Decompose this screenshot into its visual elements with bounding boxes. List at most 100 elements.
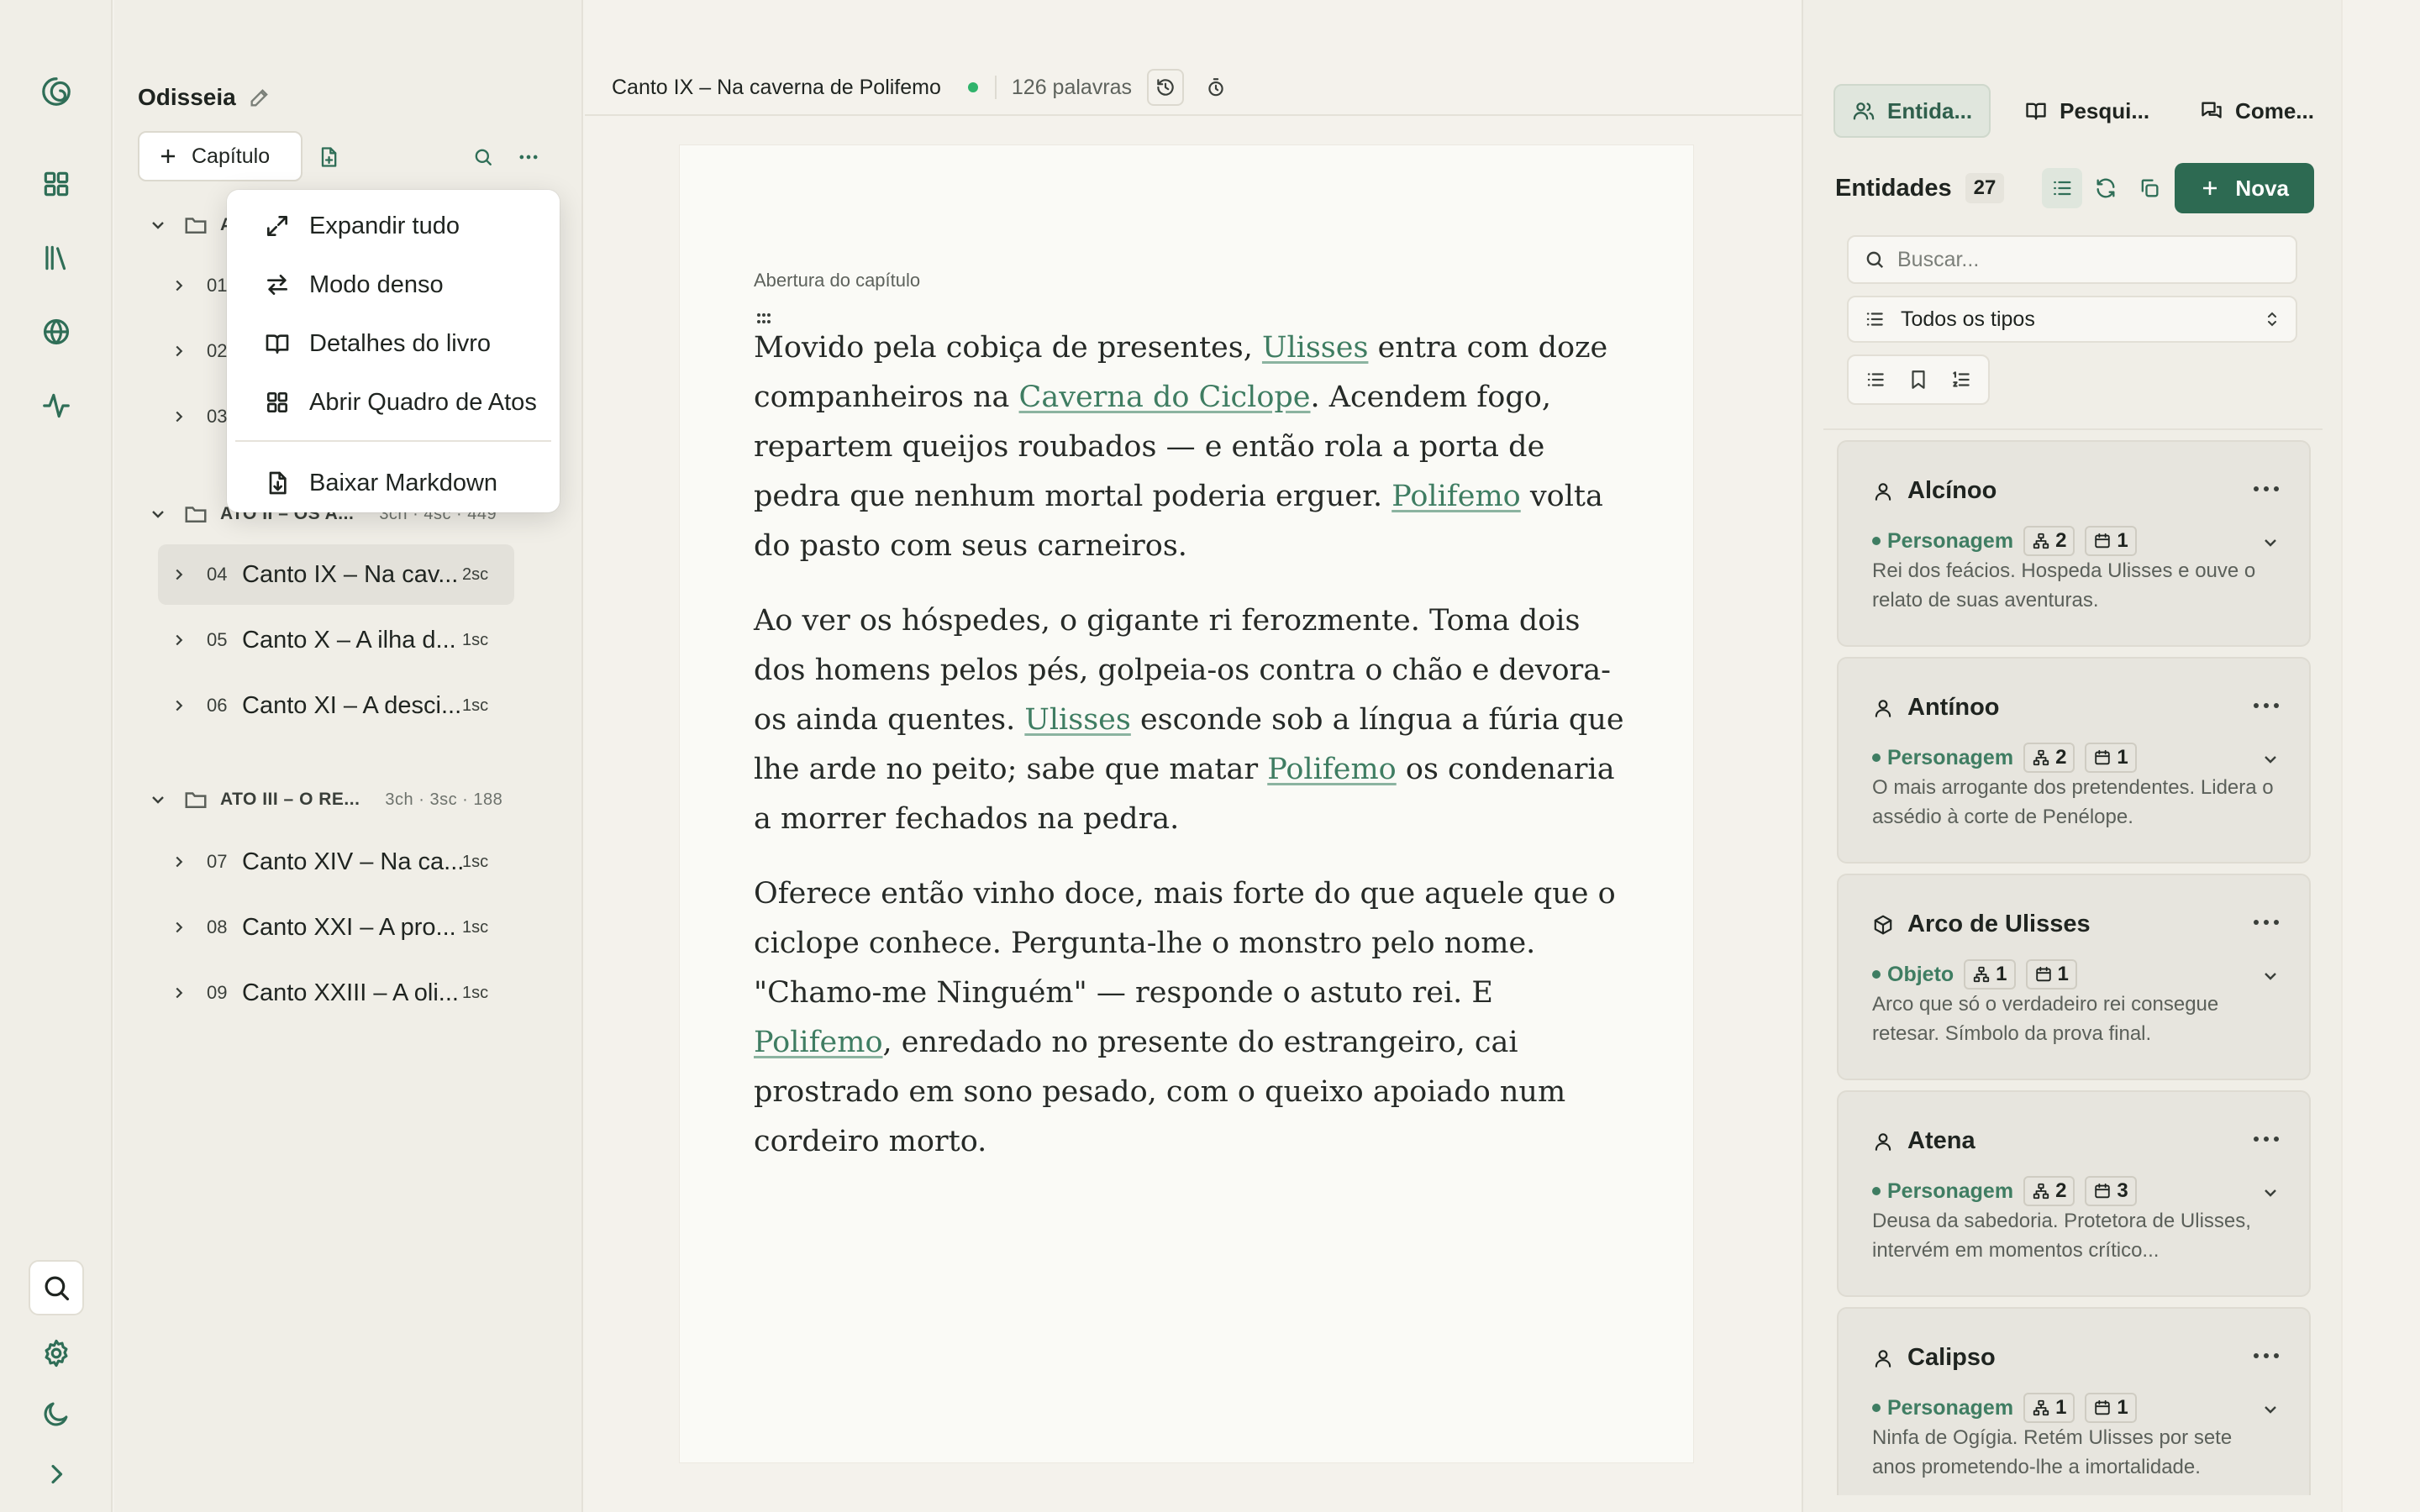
entity-type: Personagem	[1887, 1179, 2014, 1203]
chapter-row[interactable]: 09 Canto XXIII – A oli... 1sc	[158, 963, 514, 1023]
entity-type: Personagem	[1887, 1395, 2014, 1420]
book-title-text: Odisseia	[138, 84, 236, 110]
person-icon	[1875, 699, 1891, 717]
entity-card[interactable]: Calipso Personagem 1 1 Ninfa de Ogígia. …	[1837, 1307, 2311, 1495]
chevron-down-icon[interactable]	[2260, 1183, 2281, 1203]
list-view-button[interactable]	[2042, 168, 2083, 208]
chapter-row[interactable]: 06 Canto XI – A desci... 1sc	[158, 675, 514, 736]
more-options-icon[interactable]	[2252, 479, 2282, 499]
more-options-icon[interactable]	[2252, 696, 2282, 716]
calendar-icon	[2095, 1183, 2111, 1199]
more-options-icon[interactable]	[2252, 912, 2282, 932]
scenes-count-value: 1	[2117, 746, 2128, 769]
chapter-number: 06	[207, 695, 228, 716]
more-options-icon[interactable]	[514, 143, 543, 171]
timer-button[interactable]	[1197, 69, 1234, 106]
entity-list: Alcínoo Personagem 2 1 Rei dos feácios. …	[1837, 440, 2311, 1495]
chevron-right-icon	[176, 987, 183, 999]
more-options-icon[interactable]	[2252, 1346, 2282, 1366]
search-icon[interactable]	[469, 143, 497, 171]
entity-search-input[interactable]	[1897, 247, 2284, 272]
entity-type-badge: Objeto	[1872, 963, 1954, 987]
pencil-icon[interactable]	[248, 86, 271, 109]
entity-name-text: Atena	[1907, 1127, 1975, 1154]
scenes-count: 1	[2085, 743, 2137, 773]
chapter-number: 09	[207, 982, 228, 1003]
scene-paragraph[interactable]: Ao ver os hóspedes, o gigante ri ferozme…	[754, 596, 1628, 844]
more-options-icon[interactable]	[2252, 1129, 2282, 1149]
chevron-down-icon[interactable]	[2260, 533, 2281, 553]
entity-link[interactable]: Polifemo	[1392, 480, 1521, 513]
entity-card[interactable]: Arco de Ulisses Objeto 1 1 Arco que só o…	[1837, 874, 2311, 1080]
chapter-row[interactable]: 08 Canto XXI – A pro... 1sc	[158, 897, 514, 958]
search-icon[interactable]	[29, 1260, 84, 1315]
library-icon[interactable]	[29, 230, 84, 286]
menu-item-expand-all[interactable]: Expandir tudo	[235, 197, 551, 255]
divider	[1823, 428, 2323, 430]
globe-icon[interactable]	[29, 304, 84, 360]
relations-count-value: 1	[1996, 963, 2007, 985]
copy-icon	[2142, 179, 2159, 197]
entity-name-text: Calipso	[1907, 1344, 1996, 1371]
scene-count: 1sc	[462, 630, 489, 649]
act-row[interactable]: ATO III – O RE... 3ch · 3sc · 188	[148, 783, 502, 816]
entity-name: Alcínoo	[1872, 477, 1996, 505]
relations-count: 2	[2023, 743, 2075, 773]
chevron-right-icon[interactable]	[29, 1446, 84, 1502]
new-file-icon[interactable]	[314, 143, 343, 171]
list-icon	[1866, 312, 1883, 326]
bookmark-icon[interactable]	[1907, 369, 1929, 391]
list-icon[interactable]	[1865, 369, 1886, 391]
history-button[interactable]	[1147, 69, 1185, 106]
manuscript-page[interactable]: Abertura do capítulo Movido pela cobiça …	[679, 144, 1694, 1463]
chapter-row[interactable]: 05 Canto X – A ilha d... 1sc	[158, 610, 514, 670]
app-rail	[0, 0, 113, 1512]
scene-paragraph[interactable]: Movido pela cobiça de presentes, Ulisses…	[754, 323, 1628, 571]
act-row[interactable]: A	[148, 208, 234, 242]
tab-comments[interactable]: Come...	[2183, 84, 2331, 138]
scene-count: 1sc	[462, 983, 489, 1002]
entity-search[interactable]	[1847, 235, 2297, 284]
view-mode-toggle	[1847, 354, 1990, 405]
editor-toolbar: Canto IX – Na caverna de Polifemo 126 pa…	[585, 60, 1802, 116]
tab-entities[interactable]: Entida...	[1833, 84, 1991, 138]
menu-item-book-details[interactable]: Detalhes do livro	[235, 314, 551, 373]
activity-icon[interactable]	[29, 378, 84, 433]
settings-icon[interactable]	[29, 1326, 84, 1381]
chapter-row[interactable]: 07 Canto XIV – Na ca... 1sc	[158, 832, 514, 892]
entity-link[interactable]: Polifemo	[754, 1026, 883, 1059]
entity-link[interactable]: Ulisses	[1262, 331, 1368, 365]
scene-text[interactable]: Movido pela cobiça de presentes, Ulisses…	[754, 323, 1628, 1192]
chevron-down-icon[interactable]	[2260, 749, 2281, 769]
entity-link[interactable]: Polifemo	[1267, 753, 1397, 786]
scenes-count: 3	[2085, 1176, 2137, 1206]
tab-label: Come...	[2235, 97, 2314, 123]
menu-item-open-acts-board[interactable]: Abrir Quadro de Atos	[235, 373, 551, 432]
chevron-down-icon[interactable]	[2260, 1399, 2281, 1420]
new-entity-button[interactable]: Nova	[2175, 163, 2314, 213]
entity-link[interactable]: Caverna do Ciclope	[1019, 381, 1311, 414]
entity-link[interactable]: Ulisses	[1024, 703, 1130, 737]
tab-research[interactable]: Pesqui...	[2007, 84, 2166, 138]
logo-icon[interactable]	[29, 64, 84, 119]
chapter-row[interactable]: 04 Canto IX – Na cav... 2sc	[158, 544, 514, 605]
menu-item-download-markdown[interactable]: Baixar Markdown	[235, 454, 551, 512]
add-chapter-button[interactable]: Capítulo	[138, 131, 302, 181]
chevron-down-icon	[152, 511, 164, 518]
chapter-number: 07	[207, 851, 228, 872]
copy-button[interactable]	[2129, 168, 2170, 208]
menu-item-dense-mode[interactable]: Modo denso	[235, 255, 551, 314]
chevron-down-icon[interactable]	[2260, 966, 2281, 986]
moon-icon[interactable]	[29, 1386, 84, 1441]
list-ordered-icon[interactable]	[1950, 369, 1972, 391]
dashboard-icon[interactable]	[29, 156, 84, 212]
entity-tags: Personagem 1 1	[1872, 1393, 2137, 1423]
entity-card[interactable]: Atena Personagem 2 3 Deusa da sabedoria.…	[1837, 1090, 2311, 1297]
saved-status-dot	[967, 82, 978, 92]
book-title[interactable]: Odisseia	[138, 84, 271, 111]
refresh-button[interactable]	[2086, 168, 2126, 208]
type-filter-select[interactable]: Todos os tipos	[1847, 296, 2297, 343]
scene-paragraph[interactable]: Oferece então vinho doce, mais forte do …	[754, 869, 1628, 1167]
entity-card[interactable]: Antínoo Personagem 2 1 O mais arrogante …	[1837, 657, 2311, 864]
entity-card[interactable]: Alcínoo Personagem 2 1 Rei dos feácios. …	[1837, 440, 2311, 647]
